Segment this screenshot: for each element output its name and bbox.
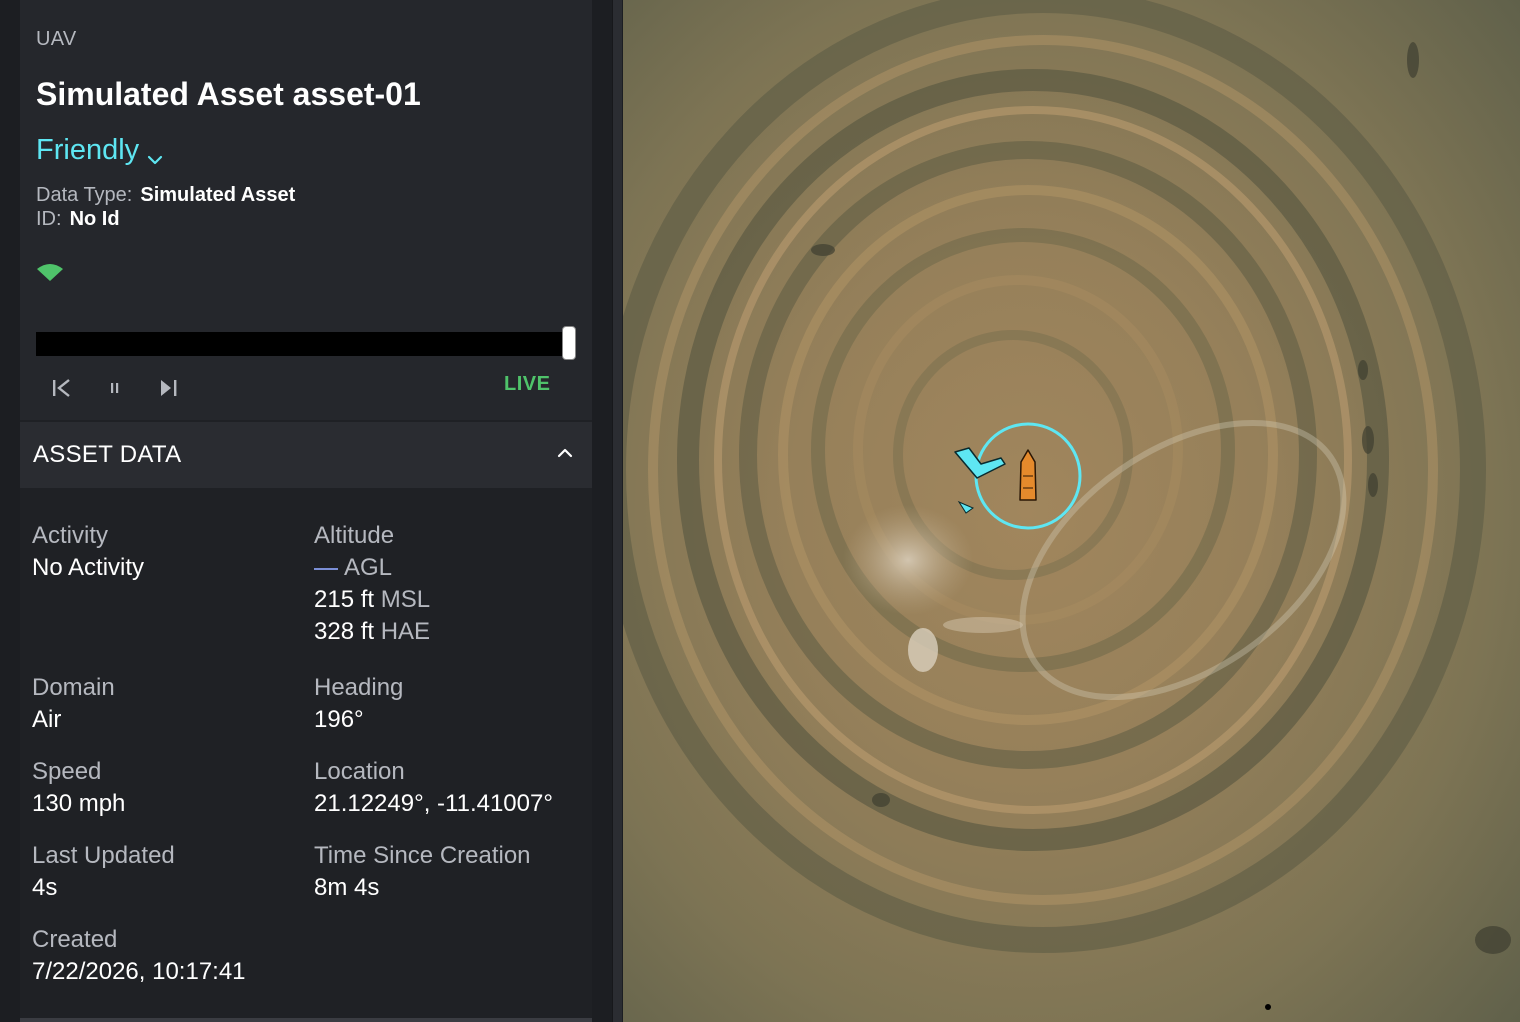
field-last-updated: Last Updated 4s (32, 840, 175, 904)
field-location: Location 21.12249°, -11.41007° (314, 756, 553, 820)
field-value: 130 mph (32, 790, 126, 817)
playback-timeline[interactable] (36, 326, 576, 360)
pause-icon (111, 383, 119, 393)
field-time-since-creation: Time Since Creation 8m 4s (314, 840, 531, 904)
signal-icon (36, 262, 64, 282)
field-value: 196° (314, 706, 364, 733)
chevron-up-icon[interactable] (556, 444, 574, 467)
data-type-value: Simulated Asset (140, 184, 296, 206)
field-label: Heading (314, 674, 404, 701)
field-domain: Domain Air (32, 672, 115, 736)
field-label: Time Since Creation (314, 842, 531, 869)
altitude-hae-row: 328 ft HAE (314, 616, 430, 648)
field-activity: Activity No Activity (32, 520, 144, 584)
field-heading: Heading 196° (314, 672, 403, 736)
panel-resize-handle[interactable] (612, 0, 622, 1022)
field-value: Air (32, 706, 62, 733)
skip-back-button[interactable] (48, 374, 76, 402)
vessel-icon[interactable] (623, 0, 1520, 1022)
asset-title: Simulated Asset asset-01 (36, 76, 421, 112)
asset-header: UAV Simulated Asset asset-01 Friendly Da… (20, 0, 592, 420)
asset-data-section-header[interactable]: ASSET DATA (20, 422, 592, 488)
field-value: 8m 4s (314, 874, 380, 901)
field-value: 21.12249°, -11.41007° (314, 790, 553, 817)
field-altitude: Altitude AGL 215 ft MSL 328 ft HAE (314, 520, 430, 648)
panel-bottom-rule (20, 1018, 592, 1022)
asset-type-label: UAV (36, 28, 77, 50)
section-title: ASSET DATA (33, 441, 182, 468)
agl-line-icon (314, 567, 338, 570)
timeline-handle[interactable] (562, 326, 576, 360)
chevron-down-icon (147, 143, 163, 164)
field-created: Created 7/22/2026, 10:17:41 (32, 924, 246, 988)
field-label: Location (314, 758, 405, 785)
field-value: 7/22/2026, 10:17:41 (32, 958, 246, 985)
altitude-msl-row: 215 ft MSL (314, 584, 430, 616)
data-type-label: Data Type: (36, 184, 133, 206)
field-label: Created (32, 926, 118, 953)
map-view[interactable] (623, 0, 1520, 1022)
id-row: ID: No Id (36, 208, 120, 231)
field-label: Altitude (314, 522, 395, 549)
skip-forward-icon (161, 380, 177, 396)
data-type-row: Data Type: Simulated Asset (36, 184, 295, 207)
msl-unit: MSL (380, 586, 431, 613)
asset-panel-content: UAV Simulated Asset asset-01 Friendly Da… (20, 0, 592, 1022)
field-speed: Speed 130 mph (32, 756, 125, 820)
hae-value: 328 ft (314, 618, 375, 645)
id-label: ID: (36, 208, 62, 230)
id-value: No Id (69, 208, 120, 230)
altitude-agl-row: AGL (314, 552, 430, 584)
skip-back-icon (53, 379, 70, 397)
field-label: Last Updated (32, 842, 175, 869)
field-label: Speed (32, 758, 102, 785)
msl-value: 215 ft (314, 586, 375, 613)
agl-label: AGL (344, 554, 393, 581)
hae-unit: HAE (380, 618, 431, 645)
field-value: 4s (32, 874, 58, 901)
affiliation-dropdown[interactable]: Friendly (36, 134, 163, 167)
asset-panel: UAV Simulated Asset asset-01 Friendly Da… (0, 0, 622, 1022)
pause-button[interactable] (101, 374, 129, 402)
affiliation-label: Friendly (36, 134, 140, 166)
field-label: Domain (32, 674, 115, 701)
live-button[interactable]: LIVE (504, 373, 550, 396)
skip-forward-button[interactable] (154, 374, 182, 402)
field-label: Activity (32, 522, 109, 549)
field-value: No Activity (32, 554, 145, 581)
